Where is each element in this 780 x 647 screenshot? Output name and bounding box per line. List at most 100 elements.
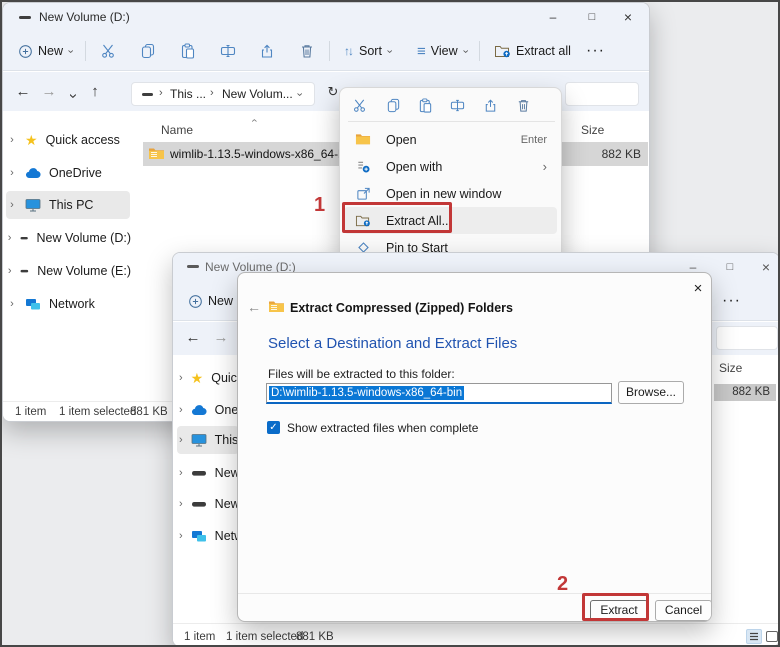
address-dropdown-chevron[interactable]: › bbox=[293, 93, 304, 97]
annotation-step-1: 1 bbox=[314, 194, 325, 217]
back-button[interactable]: ← bbox=[11, 80, 35, 104]
drive-icon bbox=[191, 499, 207, 509]
menu-item-open-with[interactable]: Open with › bbox=[344, 153, 557, 180]
annotation-box-extract-all bbox=[342, 202, 452, 233]
back-button[interactable]: ← bbox=[181, 326, 205, 350]
cut-button[interactable] bbox=[93, 37, 123, 65]
expand-chevron-icon[interactable]: › bbox=[179, 530, 183, 542]
destination-field-label: Files will be extracted to this folder: bbox=[268, 367, 455, 381]
delete-button[interactable] bbox=[292, 37, 322, 65]
paste-button[interactable] bbox=[173, 37, 203, 65]
delete-menu-icon[interactable] bbox=[516, 98, 531, 113]
file-row-selected-partial[interactable]: 882 KB bbox=[714, 384, 776, 401]
expand-chevron-icon[interactable]: › bbox=[179, 467, 183, 479]
paste-icon bbox=[180, 43, 196, 59]
drive-icon bbox=[20, 233, 28, 243]
sidebar-item-onedrive[interactable]: › OneDrive bbox=[179, 396, 239, 424]
dialog-back-icon: ← bbox=[247, 299, 261, 315]
sidebar-item-quick-access[interactable]: › ★ Quick access bbox=[7, 126, 131, 154]
onedrive-cloud-icon bbox=[191, 404, 207, 416]
expand-chevron-icon[interactable]: › bbox=[7, 199, 17, 211]
chevron-down-icon: › bbox=[383, 49, 394, 53]
sort-button[interactable]: ↑↓ Sort › bbox=[337, 37, 398, 65]
sidebar-item-network[interactable]: › Network bbox=[7, 290, 131, 318]
forward-button[interactable]: → bbox=[37, 80, 61, 104]
rename-button[interactable] bbox=[213, 37, 243, 65]
list-view-toggle[interactable] bbox=[746, 629, 762, 644]
column-header-name[interactable]: Name bbox=[161, 123, 193, 137]
expand-chevron-icon[interactable]: › bbox=[179, 434, 183, 446]
show-files-checkbox[interactable]: ✓ bbox=[267, 421, 280, 434]
expand-chevron-icon[interactable]: › bbox=[179, 498, 183, 510]
second-status-bar: 1 item 1 item selected 881 KB bbox=[173, 623, 780, 647]
cancel-button[interactable]: Cancel bbox=[655, 600, 712, 621]
expand-chevron-icon[interactable]: › bbox=[7, 167, 17, 179]
new-button[interactable]: New › bbox=[11, 37, 79, 65]
sidebar-item-new-volume-e[interactable]: › New Volume (E:) bbox=[179, 490, 239, 518]
minimize-button[interactable]: – bbox=[538, 3, 568, 31]
expand-chevron-icon[interactable]: › bbox=[7, 265, 12, 277]
toolbar-separator bbox=[479, 41, 480, 61]
breadcrumb-new-volume[interactable]: New Volum... bbox=[222, 87, 293, 101]
more-options-button[interactable]: ··· bbox=[579, 37, 612, 65]
sort-ascending-caret-icon: › bbox=[249, 119, 260, 123]
menu-item-open[interactable]: Open Enter bbox=[344, 126, 557, 153]
search-box-partial[interactable] bbox=[565, 82, 639, 106]
maximize-button[interactable]: □ bbox=[715, 253, 745, 281]
star-icon: ★ bbox=[25, 132, 38, 149]
zip-folder-icon bbox=[268, 299, 285, 315]
expand-chevron-icon[interactable]: › bbox=[179, 372, 183, 384]
sidebar-item-this-pc[interactable]: › This PC bbox=[7, 191, 131, 219]
forward-button[interactable]: → bbox=[209, 326, 233, 350]
browse-button[interactable]: Browse... bbox=[618, 381, 684, 404]
show-files-checkbox-label[interactable]: Show extracted files when complete bbox=[287, 421, 478, 435]
details-view-toggle[interactable] bbox=[766, 631, 778, 642]
share-menu-icon[interactable] bbox=[483, 98, 498, 113]
sidebar-item-new-volume-d[interactable]: › New Volume (D:) bbox=[7, 224, 131, 252]
address-bar-partial[interactable] bbox=[716, 326, 778, 350]
sidebar-item-new-volume-e[interactable]: › New Volume (E:) bbox=[7, 257, 131, 285]
more-options-button[interactable]: ··· bbox=[715, 287, 748, 315]
sidebar-item-network[interactable]: › Network bbox=[179, 522, 239, 550]
more-icon: ··· bbox=[722, 292, 741, 310]
breadcrumb-this-pc[interactable]: This ... bbox=[170, 87, 206, 101]
sidebar-item-quick-access[interactable]: › ★ Quick access bbox=[179, 364, 239, 392]
copy-menu-icon[interactable] bbox=[386, 98, 401, 113]
address-bar[interactable]: › This ... › New Volum... › bbox=[131, 82, 315, 106]
extract-dialog: × ← Extract Compressed (Zipped) Folders … bbox=[237, 272, 712, 622]
sidebar-item-onedrive[interactable]: › OneDrive bbox=[7, 159, 131, 187]
status-selected-count: 1 item selected bbox=[226, 631, 303, 643]
paste-menu-icon[interactable] bbox=[418, 98, 433, 113]
dialog-close-button[interactable]: × bbox=[685, 277, 711, 301]
up-button[interactable]: ↑ bbox=[83, 80, 107, 104]
share-button[interactable] bbox=[252, 37, 282, 65]
expand-chevron-icon[interactable]: › bbox=[7, 298, 17, 310]
column-header-size[interactable]: Size bbox=[581, 123, 604, 137]
copy-button[interactable] bbox=[133, 37, 163, 65]
expand-chevron-icon[interactable]: › bbox=[7, 134, 17, 146]
status-item-count: 1 item bbox=[15, 406, 46, 418]
view-button[interactable]: ≡ View › bbox=[410, 37, 473, 65]
maximize-button[interactable]: □ bbox=[577, 3, 607, 31]
close-button[interactable]: × bbox=[751, 253, 780, 281]
sidebar-item-new-volume-d[interactable]: › New Volume (D:) bbox=[179, 459, 239, 487]
expand-chevron-icon[interactable]: › bbox=[7, 232, 12, 244]
rename-menu-icon[interactable] bbox=[450, 98, 465, 113]
dialog-heading: Select a Destination and Extract Files bbox=[268, 335, 517, 352]
column-header-size[interactable]: Size bbox=[719, 361, 742, 375]
drive-icon bbox=[187, 265, 199, 268]
file-size: 882 KB bbox=[714, 386, 770, 398]
recent-locations-chevron[interactable]: › bbox=[61, 84, 85, 108]
zip-folder-icon bbox=[148, 146, 165, 162]
extract-all-toolbar-button[interactable]: Extract all bbox=[487, 37, 578, 65]
context-menu: Open Enter Open with › Open in new windo… bbox=[339, 87, 562, 268]
close-button[interactable]: × bbox=[613, 3, 643, 31]
destination-path-input[interactable]: D:\wimlib-1.13.5-windows-x86_64-bin bbox=[266, 383, 612, 404]
expand-chevron-icon[interactable]: › bbox=[179, 404, 183, 416]
sidebar-item-this-pc[interactable]: › This PC bbox=[179, 426, 239, 454]
new-plus-icon bbox=[18, 44, 33, 59]
menu-divider bbox=[348, 121, 555, 122]
new-plus-icon bbox=[188, 294, 203, 309]
drive-icon bbox=[142, 93, 153, 96]
cut-menu-icon[interactable] bbox=[352, 98, 367, 113]
